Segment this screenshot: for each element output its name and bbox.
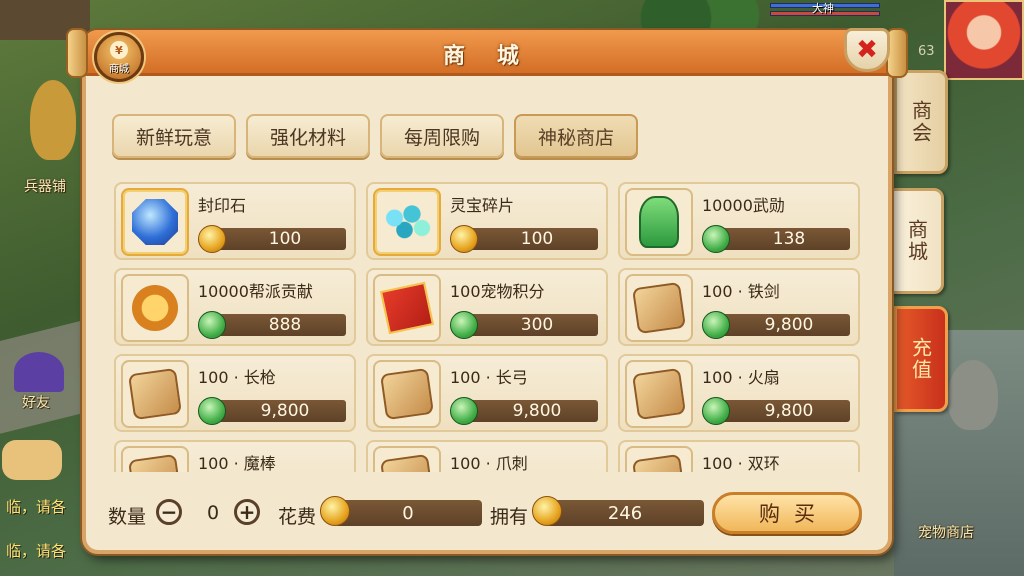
item-name: 100 · 魔棒 [198,454,276,472]
jade-icon [450,397,478,425]
shop-badge-label: 商城 [109,64,129,75]
item-card[interactable]: 100 · 火扇 9,800 [618,354,860,432]
shop-badge-icon: ¥ 商城 [94,32,144,82]
shop-panel: 商 城 ¥ 商城 ✖ 新鲜玩意 强化材料 每周限购 神秘商店 封印石 100 灵… [66,28,908,554]
item-price: 9,800 [464,400,598,422]
spirit-shard-icon [373,188,441,256]
side-tab-mall[interactable]: 商城 [890,188,944,294]
decrease-quantity-button[interactable]: − [156,499,182,525]
jade-icon [198,311,226,339]
merit-token-icon [625,188,693,256]
item-name: 100 · 爪刺 [450,454,528,472]
item-name: 100 · 铁剑 [702,282,780,301]
panel-titlebar: 商 城 [66,28,908,78]
tree-canopy [640,0,760,30]
chat-bubble-icon[interactable] [2,440,62,480]
close-button[interactable]: ✖ [844,28,890,72]
player-portrait-avatar[interactable] [944,0,1024,80]
item-price: 138 [716,228,850,250]
item-name: 10000武勋 [702,196,785,215]
item-card[interactable]: 灵宝碎片 100 [366,182,608,260]
item-card[interactable]: 10000帮派贡献 888 [114,268,356,346]
claw-scroll-icon [373,446,441,472]
owned-value: 246 [546,500,704,526]
tab-weekly-limited[interactable]: 每周限购 [380,114,504,158]
player-name-left: 大神 [812,2,834,15]
gold-coin-icon [450,225,478,253]
item-price: 100 [464,228,598,250]
fan-scroll-icon [625,360,693,428]
spear-scroll-icon [121,360,189,428]
item-name: 100 · 双环 [702,454,780,472]
side-tab-recharge[interactable]: 充值 [894,306,948,412]
purchase-bar: 数量 − 0 + 花费 0 拥有 246 购买 [106,492,868,536]
item-price: 9,800 [716,400,850,422]
item-name: 100 · 长枪 [198,368,276,387]
item-card[interactable]: 10000武勋 138 [618,182,860,260]
pet-ticket-icon [373,274,441,342]
item-price: 300 [464,314,598,336]
guild-medal-icon [121,274,189,342]
item-price: 100 [212,228,346,250]
category-tabs: 新鲜玩意 强化材料 每周限购 神秘商店 [112,114,638,158]
side-tab-guild-shop[interactable]: 商会 [894,70,948,174]
panel-title: 商 城 [443,44,531,69]
item-card[interactable]: 100 · 长枪 9,800 [114,354,356,432]
item-name: 封印石 [198,196,247,215]
sword-scroll-icon [625,274,693,342]
bow-scroll-icon [373,360,441,428]
owned-label: 拥有 [490,506,529,528]
item-name: 100 · 火扇 [702,368,780,387]
item-price: 9,800 [212,400,346,422]
chat-line[interactable]: 临，请各 [6,496,66,517]
item-name: 100 · 长弓 [450,368,528,387]
player-level: 63 [918,44,935,59]
cost-label: 花费 [278,506,317,528]
guard-statue [948,360,998,430]
item-name: 10000帮派贡献 [198,282,313,301]
increase-quantity-button[interactable]: + [234,499,260,525]
jade-icon [198,397,226,425]
quantity-label: 数量 [108,506,147,528]
wand-scroll-icon [121,446,189,472]
item-card[interactable]: 100 · 爪刺 [366,440,608,472]
weapon-shop-label[interactable]: 兵器铺 [24,176,66,196]
jade-icon [702,311,730,339]
item-list[interactable]: 封印石 100 灵宝碎片 100 10000武勋 138 10000帮派贡献 8… [114,182,874,472]
gold-coin-icon [532,496,562,526]
item-card[interactable]: 100宠物积分 300 [366,268,608,346]
jade-icon [702,397,730,425]
tab-mystery-shop[interactable]: 神秘商店 [514,114,638,158]
pet-shop-label[interactable]: 宠物商店 [918,522,974,542]
item-card[interactable]: 100 · 魔棒 [114,440,356,472]
jade-icon [702,225,730,253]
wizard-hat-icon[interactable] [14,352,64,392]
gold-coin-icon [320,496,350,526]
item-card[interactable]: 封印石 100 [114,182,356,260]
npc-merchant[interactable] [30,80,76,160]
item-name: 100宠物积分 [450,282,545,301]
jade-icon [450,311,478,339]
cost-value: 0 [334,500,482,526]
rings-scroll-icon [625,446,693,472]
chat-line[interactable]: 临，请各 [6,540,66,561]
close-icon: ✖ [856,35,878,65]
item-card[interactable]: 100 · 铁剑 9,800 [618,268,860,346]
tab-enhance-materials[interactable]: 强化材料 [246,114,370,158]
item-price: 888 [212,314,346,336]
seal-stone-icon [121,188,189,256]
item-card[interactable]: 100 · 长弓 9,800 [366,354,608,432]
tab-novelties[interactable]: 新鲜玩意 [112,114,236,158]
friends-label[interactable]: 好友 [22,392,50,412]
yuan-coin-icon: ¥ [110,41,128,59]
item-price: 9,800 [716,314,850,336]
item-card[interactable]: 100 · 双环 [618,440,860,472]
buy-button[interactable]: 购买 [712,492,862,534]
item-name: 灵宝碎片 [450,196,515,215]
gold-coin-icon [198,225,226,253]
